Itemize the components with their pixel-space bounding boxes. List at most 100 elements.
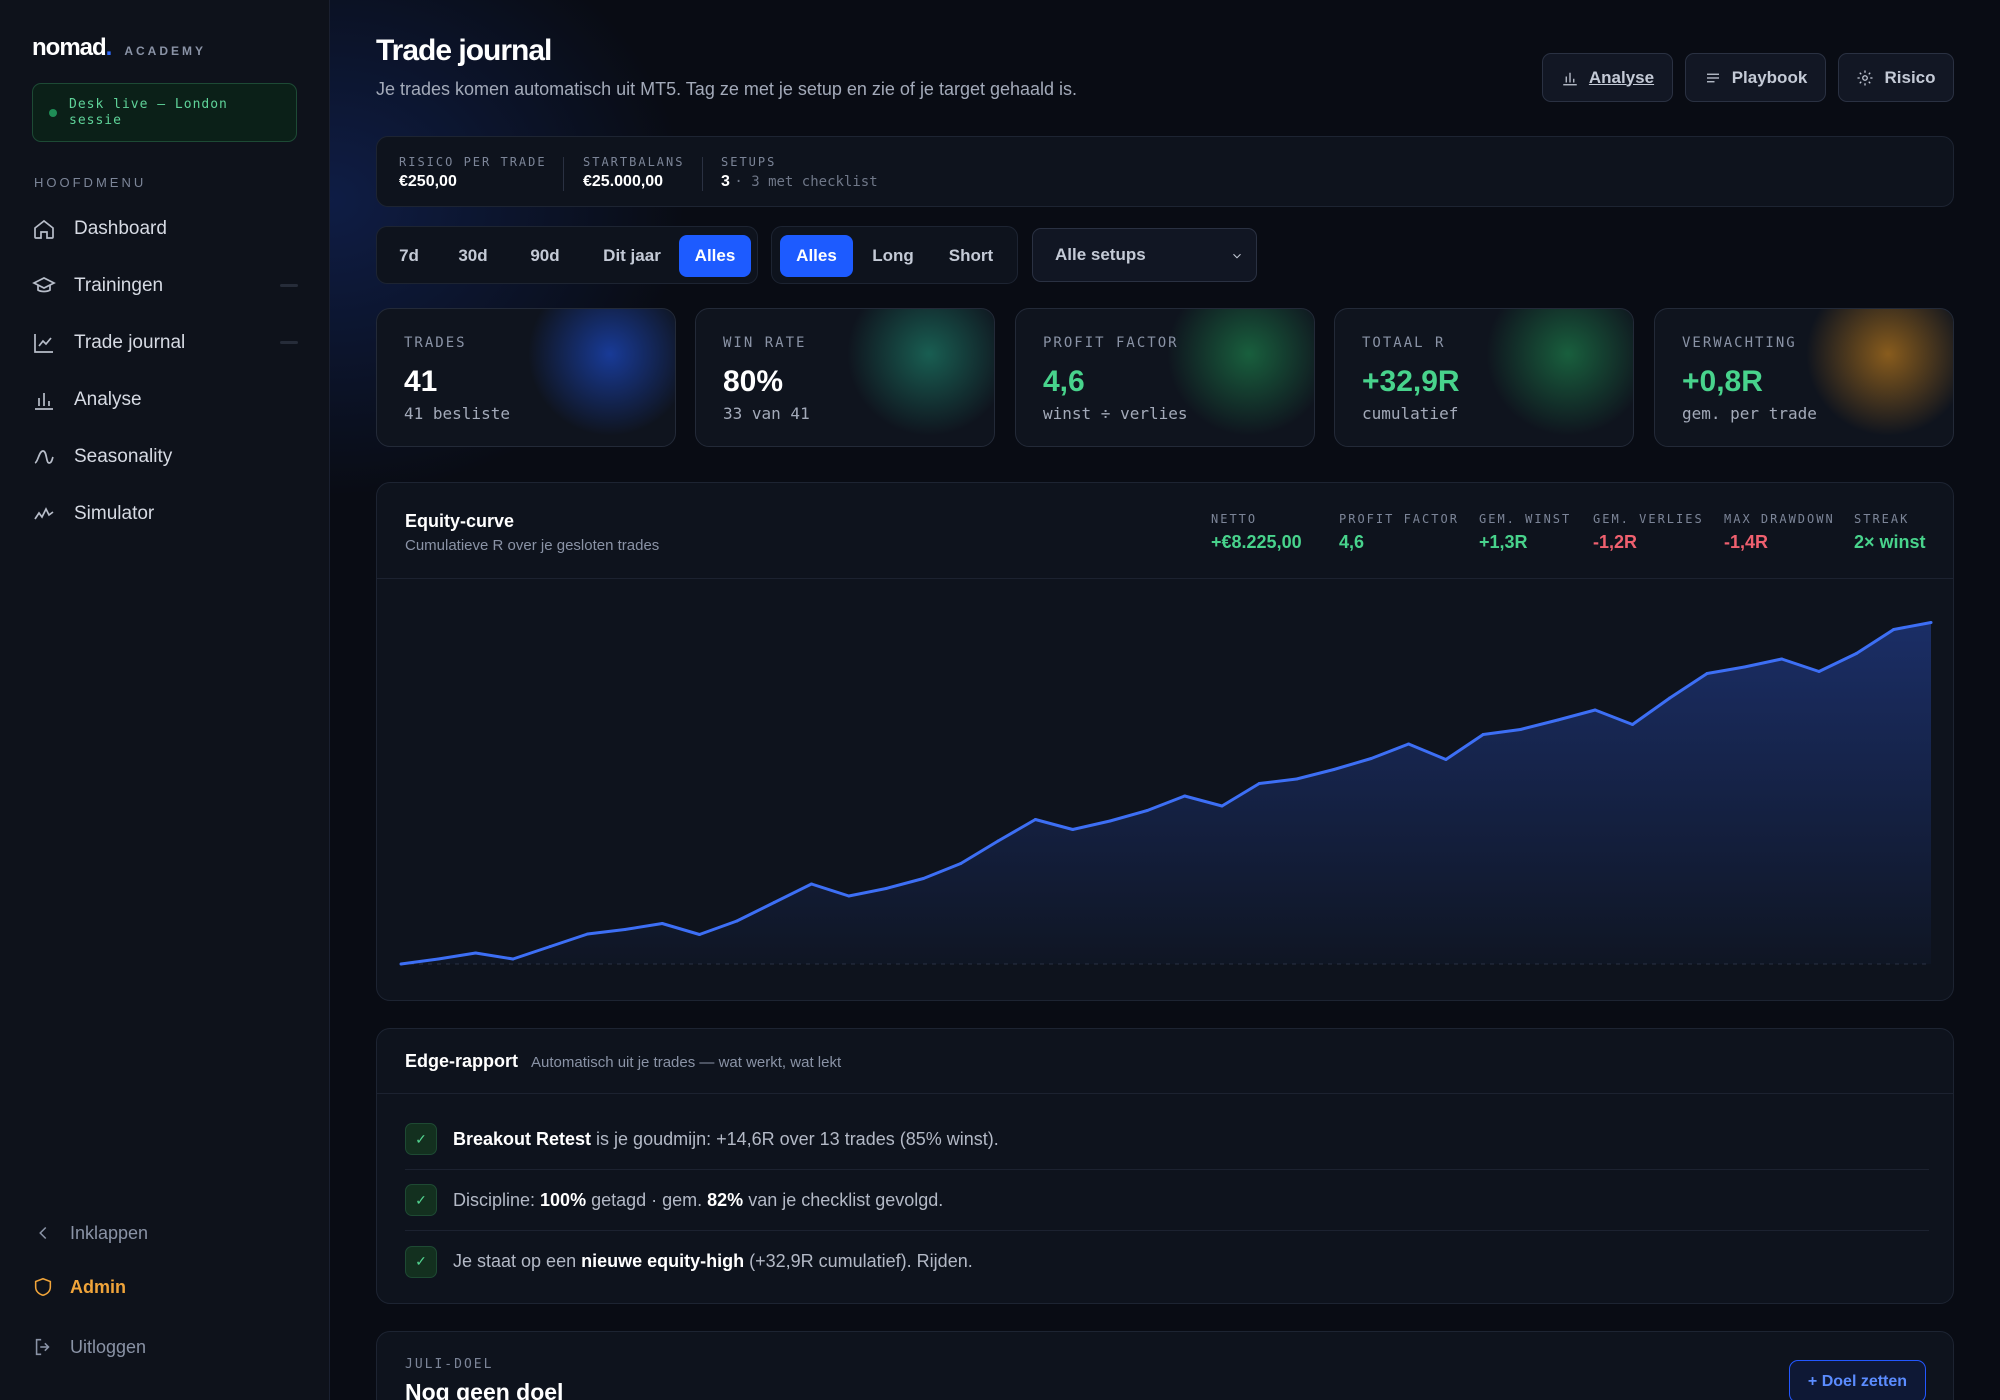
sidebar-item-trade-journal[interactable]: Trade journal xyxy=(32,314,298,371)
playbook-button[interactable]: Playbook xyxy=(1685,53,1826,102)
equity-point xyxy=(1183,794,1187,798)
period-30d[interactable]: 30d xyxy=(443,235,503,277)
equity-point xyxy=(1369,757,1373,760)
equity-point xyxy=(921,877,925,880)
edge-row: ✓ Discipline: 100% getagd · gem. 82% van… xyxy=(405,1170,1929,1231)
check-icon: ✓ xyxy=(405,1123,437,1155)
goal-title: Nog geen doel xyxy=(405,1379,564,1400)
equity-area xyxy=(401,622,1931,964)
live-status-badge: Desk live – London sessie xyxy=(32,83,297,142)
kpi-value: 80% xyxy=(723,365,784,398)
sidebar-item-trainingen[interactable]: Trainingen xyxy=(32,257,298,314)
equity-point xyxy=(884,887,888,890)
info-value: 3 · 3 met checklist xyxy=(721,173,878,191)
equity-point xyxy=(809,882,813,886)
card-glow xyxy=(844,309,994,439)
equity-point xyxy=(1519,728,1523,731)
sidebar-item-simulator[interactable]: Simulator xyxy=(32,485,298,542)
kpi-label: VERWACHTING xyxy=(1682,335,1797,351)
risico-button[interactable]: Risico xyxy=(1838,53,1954,102)
equity-point xyxy=(1630,723,1634,726)
equity-point xyxy=(698,933,702,936)
logo[interactable]: nomad. ACADEMY xyxy=(32,34,206,62)
analyse-button[interactable]: Analyse xyxy=(1542,53,1673,102)
sidebar-item-dashboard[interactable]: Dashboard xyxy=(32,200,298,257)
activity-icon xyxy=(34,506,54,519)
logout-button[interactable]: Uitloggen xyxy=(32,1336,146,1358)
collapse-label: Inklappen xyxy=(70,1222,149,1243)
info-label: STARTBALANS xyxy=(583,155,685,169)
equity-point xyxy=(474,951,478,955)
sidebar-item-analyse[interactable]: Analyse xyxy=(32,371,298,428)
direction-long[interactable]: Long xyxy=(858,235,928,277)
kpi-label: PROFIT FACTOR xyxy=(1043,335,1179,351)
equity-point xyxy=(1295,777,1299,781)
check-icon: ✓ xyxy=(405,1245,437,1278)
equity-point xyxy=(1108,819,1112,823)
kpi-sub: 41 besliste xyxy=(404,404,510,423)
kpi-card-win-rate: WIN RATE 80% 33 van 41 xyxy=(695,308,995,447)
edge-subtitle: Automatisch uit je trades — wat werkt, w… xyxy=(531,1054,842,1071)
equity-point xyxy=(1481,733,1485,736)
risk-per-trade: RISICO PER TRADE €250,00 xyxy=(399,155,547,191)
setup-select-value: Alle setups xyxy=(1055,245,1146,264)
stat-label: PROFIT FACTOR xyxy=(1339,512,1459,526)
kpi-card-totaal-r: TOTAAL R +32,9R cumulatief xyxy=(1334,308,1634,447)
equity-point xyxy=(847,894,851,898)
equity-point xyxy=(1220,804,1224,808)
direction-short[interactable]: Short xyxy=(932,235,1010,277)
period-dit-jaar[interactable]: Dit jaar xyxy=(587,235,677,277)
kpi-label: WIN RATE xyxy=(723,335,807,351)
set-goal-button[interactable]: + Doel zetten xyxy=(1789,1360,1926,1400)
wave-icon xyxy=(34,449,54,464)
kpi-card-verwachting: VERWACHTING +0,8R gem. per trade xyxy=(1654,308,1954,447)
stat-value: +€8.225,00 xyxy=(1211,532,1302,552)
kpi-sub: gem. per trade xyxy=(1682,404,1817,423)
list-icon xyxy=(1706,73,1719,82)
equity-point xyxy=(1332,768,1336,771)
kpi-label: TOTAAL R xyxy=(1362,335,1446,351)
collapse-indicator xyxy=(280,341,298,344)
equity-point xyxy=(1742,665,1746,669)
equity-point xyxy=(511,957,515,961)
equity-point xyxy=(1556,718,1560,722)
period-alles[interactable]: Alles xyxy=(679,235,751,277)
equity-point xyxy=(623,928,627,931)
edge-highlight: Breakout Retest xyxy=(453,1128,592,1149)
equity-point xyxy=(436,957,440,961)
analyse-label: Analyse xyxy=(1588,67,1655,87)
equity-point xyxy=(1705,672,1709,675)
edge-highlight: 82% xyxy=(707,1189,744,1210)
kpi-sub: 33 van 41 xyxy=(723,404,810,423)
card-glow xyxy=(1483,309,1633,439)
period-7d[interactable]: 7d xyxy=(385,235,433,277)
setups-count: 3 xyxy=(721,173,730,190)
collapse-indicator xyxy=(280,284,298,287)
equity-point xyxy=(959,862,963,865)
collapse-button[interactable]: Inklappen xyxy=(32,1222,148,1244)
equity-point xyxy=(996,839,1000,843)
equity-point xyxy=(586,932,590,936)
equity-curve-panel: Equity-curve Cumulatieve R over je geslo… xyxy=(376,482,1954,1001)
logo-subtitle: ACADEMY xyxy=(124,44,207,58)
home-icon xyxy=(34,219,54,239)
edge-row: ✓ Je staat op een nieuwe equity-high (+3… xyxy=(405,1231,1929,1292)
kpi-value: +32,9R xyxy=(1362,365,1460,398)
stat-netto: NETTO +€8.225,00 xyxy=(1211,512,1302,553)
admin-label: Admin xyxy=(70,1276,126,1297)
stat-value: -1,4R xyxy=(1724,532,1769,552)
goal-panel: JULI-DOEL Nog geen doel + Doel zetten xyxy=(376,1331,1954,1400)
start-balance: STARTBALANS €25.000,00 xyxy=(583,155,684,191)
sidebar-item-seasonality[interactable]: Seasonality xyxy=(32,428,298,485)
stat-label: STREAK xyxy=(1854,512,1910,526)
period-90d[interactable]: 90d xyxy=(513,235,577,277)
direction-alles[interactable]: Alles xyxy=(780,235,853,277)
direction-filter: Alles Long Short xyxy=(771,226,1018,284)
stat-profit-factor: PROFIT FACTOR 4,6 xyxy=(1339,512,1459,553)
setup-select[interactable]: Alle setups xyxy=(1032,228,1257,282)
gear-icon xyxy=(1857,70,1873,85)
equity-point xyxy=(1817,670,1821,673)
sidebar: nomad. ACADEMY Desk live – London sessie… xyxy=(0,0,330,1400)
graduation-cap-icon xyxy=(32,276,56,292)
admin-link[interactable]: Admin xyxy=(32,1276,126,1298)
